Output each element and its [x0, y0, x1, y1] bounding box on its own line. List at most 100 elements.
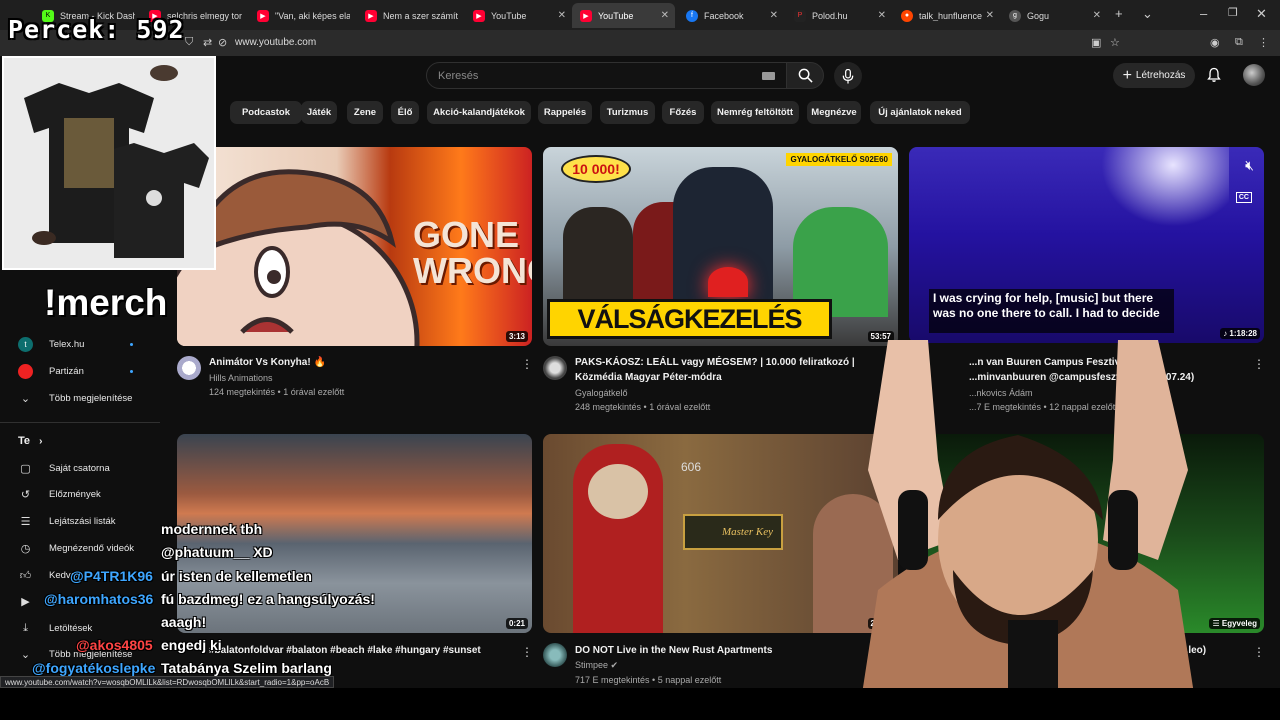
video-title[interactable]: DO NOT Live in the New Rust Apartments	[575, 643, 875, 658]
sidebar-item-playlists[interactable]: ☰ Lejátszási listák	[18, 511, 116, 531]
browser-tab[interactable]: ● talk_hunfluencers ✕	[893, 3, 1000, 28]
chat-message: aaagh!	[161, 614, 207, 630]
red-button-prop	[708, 267, 748, 297]
search-icon	[798, 68, 813, 83]
status-bar-link-preview: www.youtube.com/watch?v=wosqbOMLlLk&list…	[0, 676, 335, 688]
thumbnail-badge: 10 000!	[561, 155, 631, 183]
chip-recently-uploaded[interactable]: Nemrég feltöltött	[711, 101, 799, 124]
plus-icon: +	[1122, 66, 1132, 84]
bookmark-star-icon[interactable]: ☆	[1110, 36, 1120, 49]
sidebar-show-more[interactable]: ⌄ Több megjelenítése	[18, 388, 133, 408]
sidebar-item-watch-later[interactable]: ◷ Megnézendő videók	[18, 538, 134, 558]
keyboard-icon[interactable]	[762, 72, 775, 80]
search-button[interactable]	[786, 62, 824, 89]
sidebar: t Telex.hu Partizán ⌄ Több megjelenítése…	[0, 276, 160, 676]
account-avatar[interactable]	[1243, 64, 1265, 86]
search-input[interactable]: Keresés	[426, 62, 790, 89]
minimize-icon[interactable]: –	[1200, 6, 1207, 21]
thumbnail-text: VÁLSÁGKEZELÉS	[547, 299, 832, 339]
channel-name[interactable]: Gyalogátkelő	[575, 388, 628, 398]
video-meta: 248 megtekintés • 1 órával ezelőtt	[575, 402, 711, 412]
restore-icon[interactable]: ❐	[1228, 6, 1238, 19]
video-meta: 124 megtekintés • 1 órával ezelőtt	[209, 387, 345, 397]
browser-tab[interactable]: ▶ YouTube ✕	[465, 3, 572, 28]
sidebar-item-downloads[interactable]: ⤓ Letöltések	[18, 618, 92, 638]
chip-gaming[interactable]: Játék	[301, 101, 337, 124]
chevron-down-icon: ⌄	[20, 648, 31, 661]
video-thumbnail[interactable]: GONE WRONG 3:13	[177, 147, 532, 346]
mute-icon[interactable]: 🔇︎	[1245, 157, 1254, 174]
chat-message: fú bazdmeg! ez a hangsúlyozás!	[161, 591, 375, 607]
close-tab-icon[interactable]: ✕	[986, 10, 994, 21]
video-duration: ♪ 1:18:28	[1220, 328, 1260, 339]
chip-podcasts[interactable]: Podcastok	[230, 101, 302, 124]
site-info-icon[interactable]: ⊘	[218, 36, 227, 49]
video-preview-player[interactable]: 🔇︎ CC I was crying for help, [music] but…	[909, 147, 1264, 343]
video-title[interactable]: PAKS-KÁOSZ: LEÁLL vagy MÉGSEM? | 10.000 …	[575, 355, 875, 385]
chip-live[interactable]: Élő	[391, 101, 419, 124]
stage-light	[1089, 147, 1229, 237]
gogu-icon: g	[1009, 9, 1021, 22]
closed-captions-icon[interactable]: CC	[1235, 192, 1252, 203]
chip-action-adventure[interactable]: Akció-kalandjátékok	[427, 101, 531, 124]
menu-icon[interactable]: ⋮	[1258, 36, 1269, 49]
sidebar-item-your-channel[interactable]: ▢ Saját csatorna	[18, 458, 109, 478]
close-tab-icon[interactable]: ✕	[770, 10, 778, 21]
close-tab-icon[interactable]: ✕	[1093, 10, 1101, 21]
polod-icon: P	[794, 9, 806, 22]
channel-avatar[interactable]	[543, 356, 567, 380]
reader-icon[interactable]: ▣	[1091, 36, 1101, 49]
video-title[interactable]: Animátor Vs Konyha! 🔥	[209, 355, 509, 370]
thumbnail-text: Master Key	[683, 514, 783, 550]
channel-avatar[interactable]	[543, 643, 567, 667]
video-title[interactable]: #balatonfoldvar #balaton #beach #lake #h…	[209, 643, 509, 658]
chat-message: úr isten de kellemetlen	[161, 568, 312, 584]
merch-command-label: !merch	[44, 282, 168, 323]
more-actions-icon[interactable]: ⋮	[1253, 357, 1265, 371]
create-button[interactable]: + Létrehozás	[1113, 63, 1195, 88]
more-actions-icon[interactable]: ⋮	[1253, 645, 1265, 659]
chat-username: @P4TR1K96	[70, 568, 153, 584]
sidebar-you-header[interactable]: Te ›	[18, 435, 42, 447]
chip-tourism[interactable]: Turizmus	[600, 101, 655, 124]
caption-text: I was crying for help, [music] but there…	[929, 289, 1174, 333]
close-tab-icon[interactable]: ✕	[558, 10, 566, 21]
reddit-icon: ●	[901, 9, 913, 22]
sidebar-item-telex[interactable]: t Telex.hu	[18, 334, 84, 354]
shield-icon[interactable]: ⛉	[185, 36, 193, 49]
tune-icon[interactable]: ⇄	[203, 36, 212, 49]
url-field[interactable]: www.youtube.com	[235, 37, 316, 48]
channel-name[interactable]: Stimpee ✔	[575, 660, 618, 671]
video-duration: 3:13	[505, 331, 528, 342]
close-window-icon[interactable]: ✕	[1256, 6, 1267, 22]
chip-cooking[interactable]: Főzés	[662, 101, 704, 124]
tab-list-icon[interactable]: ⌄	[1142, 6, 1153, 22]
browser-tab[interactable]: ▶ "Van, aki képes elad	[249, 3, 356, 28]
new-tab-icon[interactable]: +	[1115, 6, 1123, 21]
channel-avatar[interactable]	[177, 356, 201, 380]
more-actions-icon[interactable]: ⋮	[521, 645, 533, 659]
sidebar-item-history[interactable]: ↺ Előzmények	[18, 484, 101, 504]
voice-search-button[interactable]	[834, 62, 862, 90]
download-icon: ⤓	[23, 621, 28, 634]
browser-tab-active[interactable]: ▶ YouTube ✕	[572, 3, 675, 28]
chip-music[interactable]: Zene	[347, 101, 383, 124]
chip-rap[interactable]: Rappelés	[538, 101, 592, 124]
close-tab-icon[interactable]: ✕	[878, 10, 886, 21]
channel-name[interactable]: Hills Animations	[209, 373, 273, 383]
close-tab-icon[interactable]: ✕	[661, 10, 669, 21]
extensions-icon[interactable]: ⧉	[1235, 36, 1243, 49]
sidebar-item-partizan[interactable]: Partizán	[18, 361, 84, 381]
chip-watched[interactable]: Megnézve	[807, 101, 861, 124]
browser-tab[interactable]: ▶ Nem a szer számít, h	[357, 3, 464, 28]
chip-new-to-you[interactable]: Új ajánlatok neked	[870, 101, 970, 124]
youtube-icon: ▶	[473, 9, 485, 22]
browser-tab[interactable]: P Polod.hu ✕	[786, 3, 892, 28]
video-thumbnail[interactable]: Master Key 606 20:29	[543, 434, 898, 633]
profile-icon[interactable]: ◉	[1210, 36, 1220, 49]
notifications-bell-icon[interactable]	[1206, 67, 1222, 83]
video-thumbnail[interactable]: 10 000! GYALOGÁTKELŐ S02E60 VÁLSÁGKEZELÉ…	[543, 147, 898, 346]
browser-tab[interactable]: g Gogu ✕	[1001, 3, 1107, 28]
more-actions-icon[interactable]: ⋮	[521, 357, 533, 371]
browser-tab[interactable]: f Facebook ✕	[678, 3, 784, 28]
